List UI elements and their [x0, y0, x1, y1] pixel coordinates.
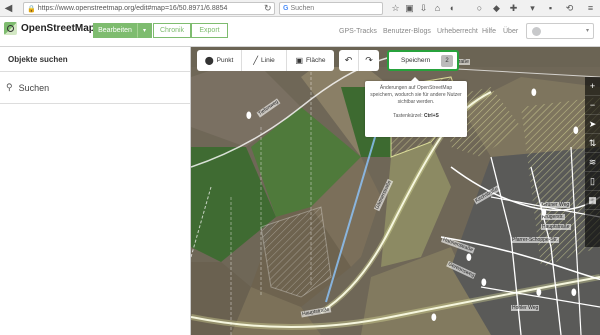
tooltip-shortcut: Tastenkürzel: Ctrl+S [369, 113, 463, 119]
area-icon: ▣ [295, 56, 304, 65]
road-label: Pfarrer-Schoppe-Str. [511, 237, 559, 243]
map-controls: + − ➤ ⇅ ≋ ▯ ▦ [585, 77, 600, 247]
chevron-down-icon: ▾ [585, 28, 589, 34]
add-area-button[interactable]: ▣ Fläche [287, 50, 334, 71]
shield-icon[interactable]: ◆ [491, 3, 502, 14]
issues-button[interactable]: ▦ [585, 191, 600, 210]
chevron-icon[interactable]: ▾ [527, 3, 538, 14]
lock-icon: 🔒 [27, 5, 36, 13]
osm-logo-icon [4, 22, 17, 35]
zoom-in-button[interactable]: + [585, 77, 600, 96]
link-about[interactable]: Über [503, 28, 518, 35]
extension-icon[interactable]: ▪ [545, 3, 556, 13]
save-count-badge: 2 [441, 55, 453, 67]
add-point-label: Punkt [216, 57, 234, 64]
logo-text: OpenStreetMap [21, 23, 95, 34]
zoom-out-button[interactable]: − [585, 96, 600, 115]
map-data-button[interactable]: ▯ [585, 172, 600, 191]
star-icon[interactable]: ☆ [390, 3, 401, 14]
osm-logo[interactable]: OpenStreetMap [4, 22, 95, 35]
save-label: Speichern [401, 57, 431, 64]
save-button[interactable]: Speichern 2 [387, 50, 459, 71]
map-pin-icon[interactable]: ⬮ [466, 252, 472, 263]
sidebar-title: Objekte suchen [0, 47, 190, 72]
geolocate-button[interactable]: ⇅ [585, 134, 600, 153]
point-icon: ⬤ [204, 56, 214, 65]
map-pin-icon[interactable]: ⬮ [541, 207, 547, 218]
shortcut-keys: Ctrl+S [423, 113, 439, 119]
address-bar[interactable]: 🔒 https://www.openstreetmap.org/edit#map… [23, 2, 275, 15]
back-icon[interactable]: ◀ [2, 2, 15, 15]
sidebar: Objekte suchen ⚲ Suchen [0, 47, 191, 335]
user-menu[interactable]: ▾ [526, 23, 594, 39]
link-copyright[interactable]: Urheberrecht [437, 28, 478, 35]
addon-icon[interactable]: ✚ [508, 3, 519, 14]
osm-header: OpenStreetMap Bearbeiten ▾ Chronik Expor… [0, 17, 600, 47]
map-pin-icon[interactable]: ⬮ [246, 110, 252, 121]
download-icon[interactable]: ⇩ [418, 3, 429, 14]
add-point-button[interactable]: ⬤ Punkt [197, 50, 242, 71]
tooltip-text: Änderungen auf OpenStreetMap speichern, … [370, 85, 462, 105]
road-label: Hauptstraße [541, 224, 571, 230]
address-bar-url: https://www.openstreetmap.org/edit#map=1… [37, 5, 228, 12]
locate-button[interactable]: ➤ [585, 115, 600, 134]
chat-icon[interactable]: ○ [474, 3, 485, 13]
edit-button[interactable]: Bearbeiten [93, 23, 137, 38]
link-help[interactable]: Hilfe [482, 28, 496, 35]
sync-icon[interactable]: ⟲ [564, 3, 575, 14]
undo-icon: ↶ [344, 55, 353, 65]
add-line-button[interactable]: ╱ Linie [242, 50, 287, 71]
map-pin-icon[interactable]: ⬮ [573, 125, 579, 136]
export-button[interactable]: Export [191, 23, 228, 38]
map-pin-icon[interactable]: ⬮ [531, 87, 537, 98]
line-icon: ╱ [253, 56, 259, 65]
save-tooltip: Änderungen auf OpenStreetMap speichern, … [365, 77, 467, 137]
road-label: Hohler Weg [511, 305, 540, 311]
browser-search-placeholder: Suchen [290, 5, 315, 12]
edit-dropdown-caret[interactable]: ▾ [137, 23, 152, 38]
link-gps-tracks[interactable]: GPS-Tracks [339, 28, 377, 35]
browser-toolbar: ◀ 🔒 https://www.openstreetmap.org/edit#m… [0, 0, 600, 17]
history-button[interactable]: Chronik [153, 23, 191, 38]
search-engine-icon: G [283, 5, 289, 12]
avatar [532, 27, 541, 36]
bookmark-icon[interactable]: ▣ [404, 3, 415, 14]
redo-button[interactable]: ↷ [359, 50, 379, 71]
map-canvas[interactable]: Ohrenstr. Straße Tiefenweg Gärtnerstraße… [191, 47, 600, 335]
search-icon: ⚲ [6, 82, 13, 92]
feature-search-input[interactable]: Suchen [19, 83, 50, 93]
feature-search[interactable]: ⚲ Suchen [0, 72, 190, 104]
pocket-icon[interactable]: ◖ [446, 3, 457, 13]
menu-icon[interactable]: ≡ [585, 3, 596, 13]
map-pin-icon[interactable]: ⬮ [536, 287, 542, 298]
map-pin-icon[interactable]: ⬮ [571, 287, 577, 298]
map-pin-icon[interactable]: ⬮ [431, 312, 437, 323]
shortcut-label: Tastenkürzel: [393, 113, 423, 119]
reload-icon[interactable]: ↻ [264, 3, 272, 14]
map-pin-icon[interactable]: ⬮ [481, 277, 487, 288]
add-area-label: Fläche [306, 57, 326, 64]
browser-search-box[interactable]: G Suchen [279, 2, 383, 15]
redo-icon: ↷ [365, 55, 373, 65]
add-line-label: Linie [261, 57, 275, 64]
undo-button[interactable]: ↶ [339, 50, 359, 71]
layers-button[interactable]: ≋ [585, 153, 600, 172]
link-user-diaries[interactable]: Benutzer-Blogs [383, 28, 431, 35]
home-icon[interactable]: ⌂ [432, 3, 443, 13]
